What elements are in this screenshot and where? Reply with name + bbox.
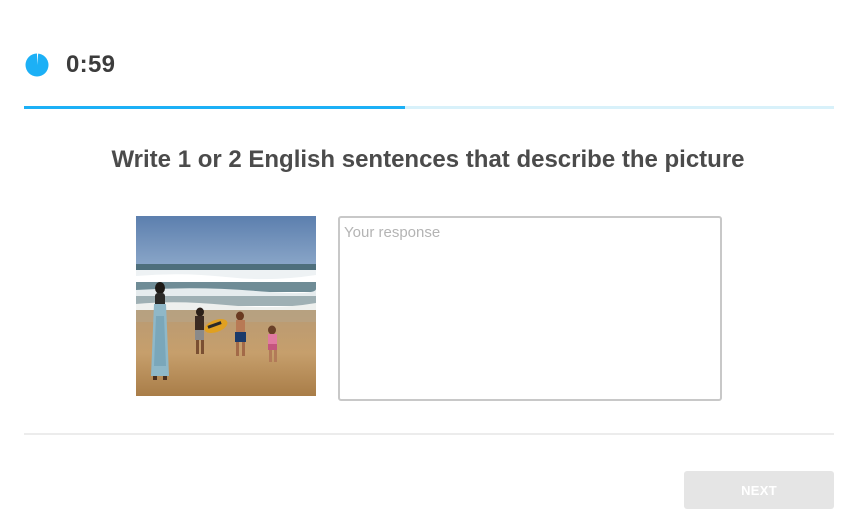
footer-divider <box>24 433 834 435</box>
beach-picture <box>136 216 316 396</box>
exercise-page: 0:59 Write 1 or 2 English sentences that… <box>0 0 856 522</box>
next-button[interactable]: NEXT <box>684 471 834 509</box>
timer: 0:59 <box>25 50 115 80</box>
timer-value: 0:59 <box>66 51 116 78</box>
response-input[interactable] <box>338 216 722 401</box>
prompt-heading: Write 1 or 2 English sentences that desc… <box>111 146 745 173</box>
progress-bar <box>24 106 834 109</box>
timer-pie-icon <box>25 53 49 77</box>
progress-bar-fill <box>24 106 405 109</box>
